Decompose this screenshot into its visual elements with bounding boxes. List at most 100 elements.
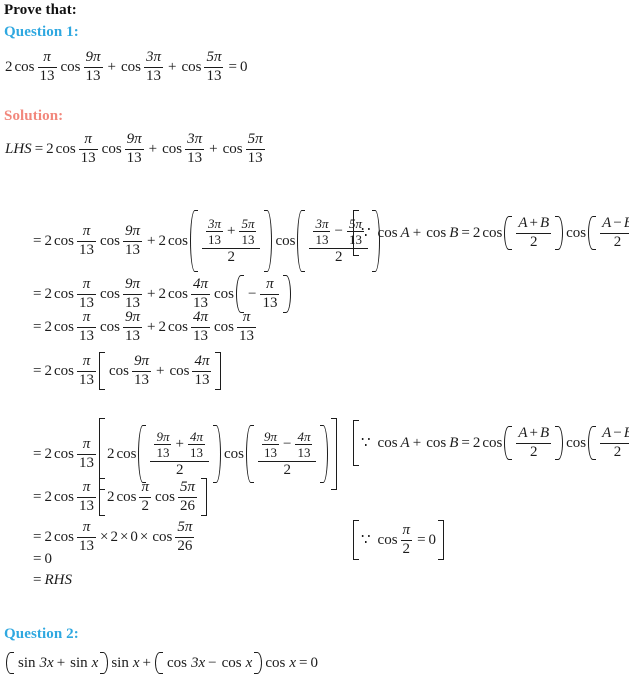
solution-step-8: = 2 cos π 13 × 2 × 0 × cos 5π 26 [30, 519, 196, 554]
equals: = [33, 528, 42, 545]
frac-3pi-13: 3π 13 [185, 131, 205, 166]
x: x [91, 654, 99, 671]
q1-plus-2: + [168, 58, 177, 75]
var-B: B [449, 434, 459, 451]
q1-frac-3pi-13: 3π 13 [143, 49, 163, 84]
paren-group-diff: A−B 2 [588, 425, 629, 460]
coef-2: 2 [44, 285, 52, 302]
because-icon: ∵ [361, 434, 371, 451]
frac-4pi-13: 4π 13 [190, 275, 210, 311]
solution-step-7: = 2 cos π 13 2 cos π 2 cos 5π 26 [30, 478, 208, 516]
paren-group-sum: 3π 13 + 5π 13 2 [189, 210, 273, 272]
lhs-label: LHS [5, 140, 32, 157]
frac-5pi-26: 5π 26 [177, 478, 197, 514]
nested-frac-diff: 9π 13 − 4π 13 2 [257, 430, 317, 479]
frac-9pi-13: 9π 13 [154, 428, 172, 461]
left-paren [6, 652, 14, 674]
cos: cos [377, 224, 398, 241]
frac-pi-2: π 2 [139, 478, 151, 514]
cos: cos [426, 224, 447, 241]
cos: cos [167, 285, 188, 302]
solution-step-2: = 2 cos π 13 cos 9π 13 + 2 cos 3π 13 + 5… [30, 210, 381, 272]
zero: 0 [310, 654, 318, 671]
nested-frac-sum: 9π 13 + 4π 13 2 [150, 430, 209, 479]
frac-pi-13: π 13 [76, 309, 96, 344]
sin: sin [111, 654, 129, 671]
plus: + [175, 435, 184, 452]
plus: + [142, 654, 151, 671]
paren-group-sum: 9π 13 + 4π 13 2 [138, 425, 221, 483]
var-A: A [400, 434, 410, 451]
q1-cos-2: cos [60, 58, 81, 75]
rhs-label: RHS [44, 572, 72, 588]
frac-pi-13: π 13 [76, 435, 96, 471]
right-paren [254, 652, 263, 674]
coef-2: 2 [106, 488, 115, 505]
cos: cos [221, 654, 242, 671]
frac-A-minus-B-over-2: A−B 2 [600, 215, 629, 250]
right-bracket [201, 478, 207, 516]
q1-zero: 0 [239, 58, 248, 75]
coef-2: 2 [110, 528, 118, 545]
bracket-group: 2 cos π 2 cos 5π 26 [98, 478, 207, 516]
frac-9pi-13: 9π 13 [122, 275, 142, 311]
equals: = [33, 551, 42, 567]
plus: + [56, 654, 66, 671]
cos: cos [169, 362, 190, 379]
cos: cos [99, 285, 120, 302]
left-paren [504, 426, 513, 460]
cos: cos [53, 445, 74, 462]
equals: = [34, 140, 44, 157]
zero: 0 [44, 551, 52, 567]
frac-4pi-13: 4π 13 [190, 309, 210, 344]
q1-equals: = [228, 58, 237, 75]
cos: cos [53, 318, 74, 335]
x: x [132, 654, 140, 671]
coef-2: 2 [44, 488, 52, 505]
frac-pi-13: π 13 [76, 478, 96, 514]
minus: − [208, 654, 217, 671]
left-paren [504, 216, 513, 250]
sin: sin [70, 654, 88, 671]
frac-pi-2: π 2 [400, 521, 413, 557]
solution-step-10: = RHS [30, 573, 72, 588]
cos: cos [99, 318, 120, 335]
paren-group-diff: A−B 2 [588, 215, 629, 250]
coef-2: 2 [158, 285, 166, 302]
equals: = [33, 285, 42, 302]
cos: cos [566, 224, 587, 241]
nested-frac-sum: 3π 13 + 5π 13 2 [201, 217, 261, 266]
right-paren [320, 425, 329, 483]
cos: cos [167, 232, 188, 249]
paren-group-2: cos 3x − cos x [155, 652, 263, 674]
coef-2: 2 [472, 224, 481, 241]
left-paren [235, 275, 244, 313]
cos: cos [222, 140, 243, 157]
bracket-group: cos 9π 13 + cos 4π 13 [98, 352, 222, 390]
three-x: 3x [39, 654, 54, 671]
var-B: B [449, 224, 459, 241]
equals: = [33, 488, 42, 505]
solution-step-4: = 2 cos π 13 cos 9π 13 + 2 cos 4π 13 cos… [30, 309, 258, 344]
cos: cos [213, 285, 234, 302]
coef-2: 2 [44, 528, 52, 545]
times: × [99, 528, 109, 545]
cos: cos [99, 232, 120, 249]
q1-plus-1: + [107, 58, 116, 75]
frac-4pi-13: 4π 13 [187, 428, 205, 461]
three-x: 3x [191, 654, 206, 671]
q1-frac-5pi-13: 5π 13 [204, 49, 224, 84]
frac-pi-13: π 13 [78, 131, 98, 166]
cos: cos [426, 434, 447, 451]
right-paren [212, 425, 221, 483]
right-paren [283, 275, 292, 313]
question-2-heading: Question 2: [4, 626, 79, 642]
frac-A-plus-B-over-2: A + B 2 [516, 214, 552, 250]
left-paren [138, 425, 147, 483]
frac-pi-13: π 13 [76, 222, 96, 258]
times: × [119, 528, 129, 545]
frac-9pi-13: 9π 13 [122, 309, 142, 344]
paren-group-sum: A + B 2 [504, 425, 564, 460]
right-bracket [438, 520, 445, 560]
paren-group-sum: A + B 2 [504, 214, 564, 250]
